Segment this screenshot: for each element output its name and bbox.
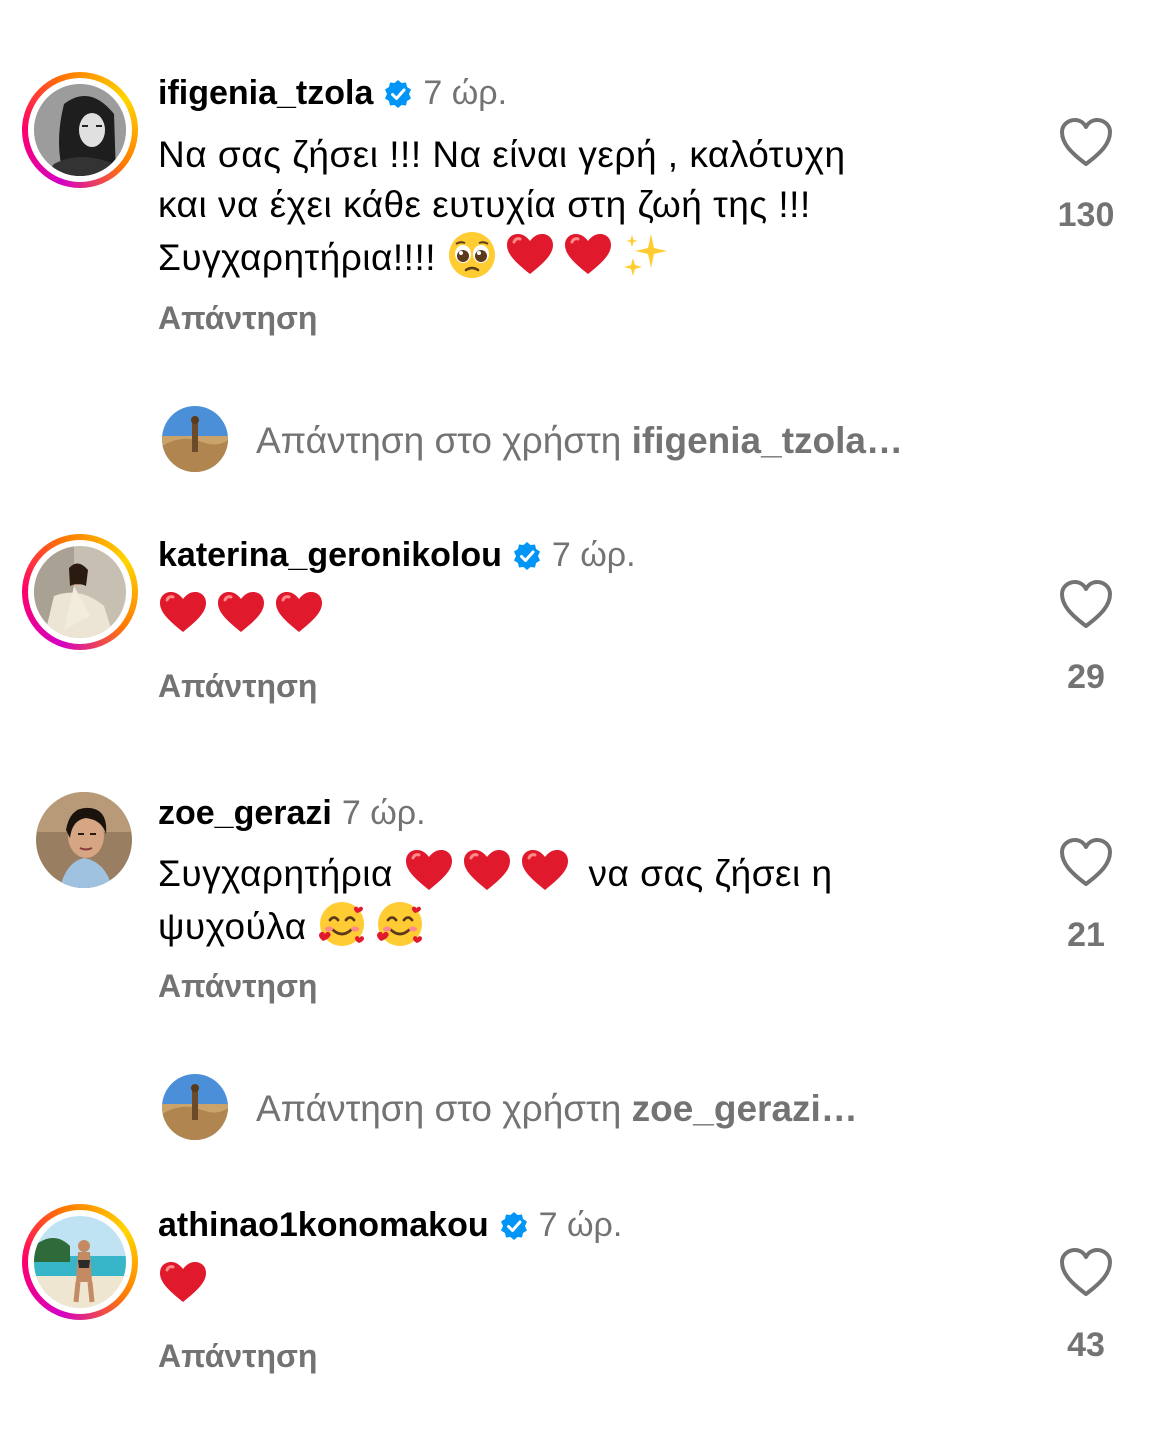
verified-badge-icon <box>512 541 542 571</box>
reply-prompt-text[interactable]: Απάντηση στο χρήστη zoe_gerazi… <box>256 1088 858 1130</box>
comment-line-text: να σας ζήσει η <box>588 853 833 894</box>
like-count[interactable]: 29 <box>1040 658 1132 697</box>
username[interactable]: katerina_geronikolou <box>158 536 502 575</box>
reply-button[interactable]: Απάντηση <box>158 968 317 1005</box>
comment-line: Να σας ζήσει !!! Να είναι γερή , καλότυχ… <box>158 134 846 175</box>
red-heart-emoji <box>274 590 324 634</box>
timestamp: 7 ώρ. <box>551 536 636 574</box>
avatar[interactable] <box>34 1216 126 1308</box>
timestamp: 7 ώρ. <box>341 794 426 832</box>
heart-outline-icon[interactable] <box>1058 578 1114 630</box>
reply-prompt-prefix: Απάντηση στο χρήστη <box>256 1088 622 1129</box>
current-user-avatar <box>162 1074 228 1140</box>
red-heart-emoji <box>216 590 266 634</box>
verified-badge-icon <box>499 1211 529 1241</box>
reply-prompt-row[interactable]: Απάντηση στο χρήστη ifigenia_tzola… <box>0 400 1170 480</box>
heart-outline-icon[interactable] <box>1058 116 1114 168</box>
username[interactable]: zoe_gerazi <box>158 794 332 833</box>
red-heart-emoji <box>158 590 208 634</box>
comment-text: Συγχαρητήρια να σας ζήσει η ψυχούλα <box>158 848 1018 952</box>
avatar[interactable] <box>36 792 132 888</box>
red-heart-emoji <box>505 232 555 276</box>
red-heart-emoji <box>404 848 454 892</box>
timestamp: 7 ώρ. <box>538 1206 623 1244</box>
comment-text: Να σας ζήσει !!! Να είναι γερή , καλότυχ… <box>158 130 1018 283</box>
smiling-face-with-hearts-emoji <box>317 899 367 949</box>
comment-line: Συγχαρητήρια να σας ζήσει η <box>158 848 1018 899</box>
heart-outline-icon[interactable] <box>1058 836 1114 888</box>
verified-badge-icon <box>383 79 413 109</box>
red-heart-emoji <box>158 1260 208 1304</box>
like-count[interactable]: 130 <box>1040 196 1132 235</box>
reply-prompt-target: ifigenia_tzola… <box>631 420 903 461</box>
like-count[interactable]: 43 <box>1040 1326 1132 1365</box>
comment-line-text: ψυχούλα <box>158 906 307 947</box>
comment-line: και να έχει κάθε ευτυχία στη ζωή της !!! <box>158 184 811 225</box>
comment-line-text: Συγχαρητήρια!!!! <box>158 237 437 278</box>
username[interactable]: athinao1konomakou <box>158 1206 489 1245</box>
pleading-face-emoji <box>447 230 497 280</box>
smiling-face-with-hearts-emoji <box>375 899 425 949</box>
comment-line: Συγχαρητήρια!!!! <box>158 230 1018 283</box>
reply-button[interactable]: Απάντηση <box>158 1338 317 1375</box>
reply-prompt-text[interactable]: Απάντηση στο χρήστη ifigenia_tzola… <box>256 420 903 462</box>
avatar[interactable] <box>34 84 126 176</box>
avatar[interactable] <box>34 546 126 638</box>
comment-text <box>158 590 1018 641</box>
reply-prompt-row[interactable]: Απάντηση στο χρήστη zoe_gerazi… <box>0 1068 1170 1148</box>
username[interactable]: ifigenia_tzola <box>158 74 373 113</box>
sparkles-emoji <box>621 230 671 280</box>
red-heart-emoji <box>563 232 613 276</box>
reply-button[interactable]: Απάντηση <box>158 668 317 705</box>
timestamp: 7 ώρ. <box>423 74 508 112</box>
reply-button[interactable]: Απάντηση <box>158 300 317 337</box>
heart-outline-icon[interactable] <box>1058 1246 1114 1298</box>
reply-prompt-target: zoe_gerazi… <box>631 1088 858 1129</box>
red-heart-emoji <box>462 848 512 892</box>
reply-prompt-prefix: Απάντηση στο χρήστη <box>256 420 622 461</box>
comment-line-text: Συγχαρητήρια <box>158 853 393 894</box>
like-count[interactable]: 21 <box>1040 916 1132 955</box>
red-heart-emoji <box>520 848 570 892</box>
comment-line: ψυχούλα <box>158 899 1018 952</box>
comment-text <box>158 1260 1018 1311</box>
current-user-avatar <box>162 406 228 472</box>
